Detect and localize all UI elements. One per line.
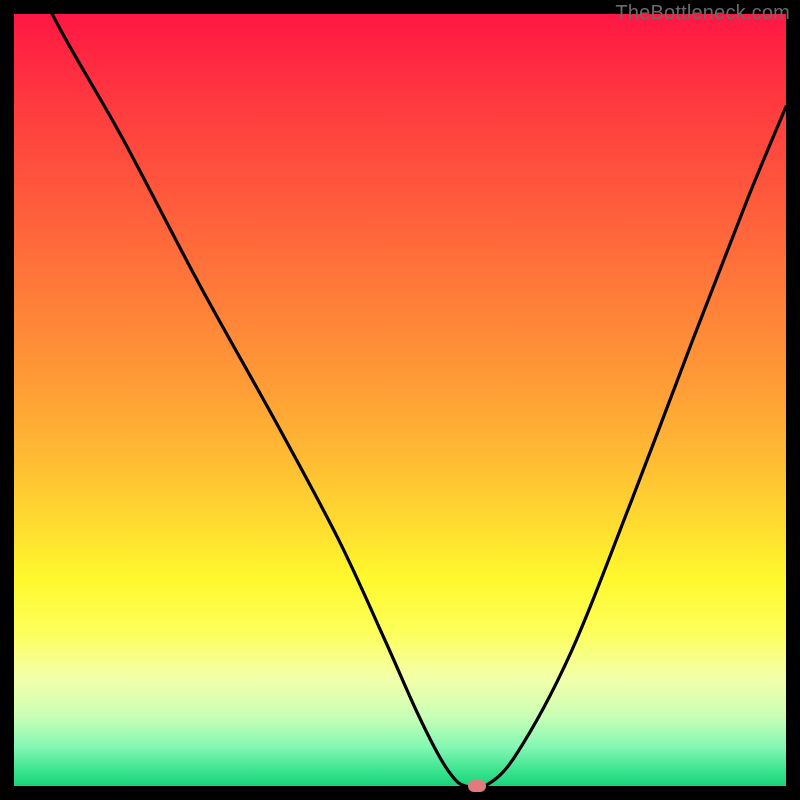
bottleneck-curve: [14, 14, 786, 786]
chart-frame: TheBottleneck.com: [0, 0, 800, 800]
plot-area: [14, 14, 786, 786]
optimal-point-marker: [468, 780, 486, 792]
watermark: TheBottleneck.com: [615, 2, 790, 25]
